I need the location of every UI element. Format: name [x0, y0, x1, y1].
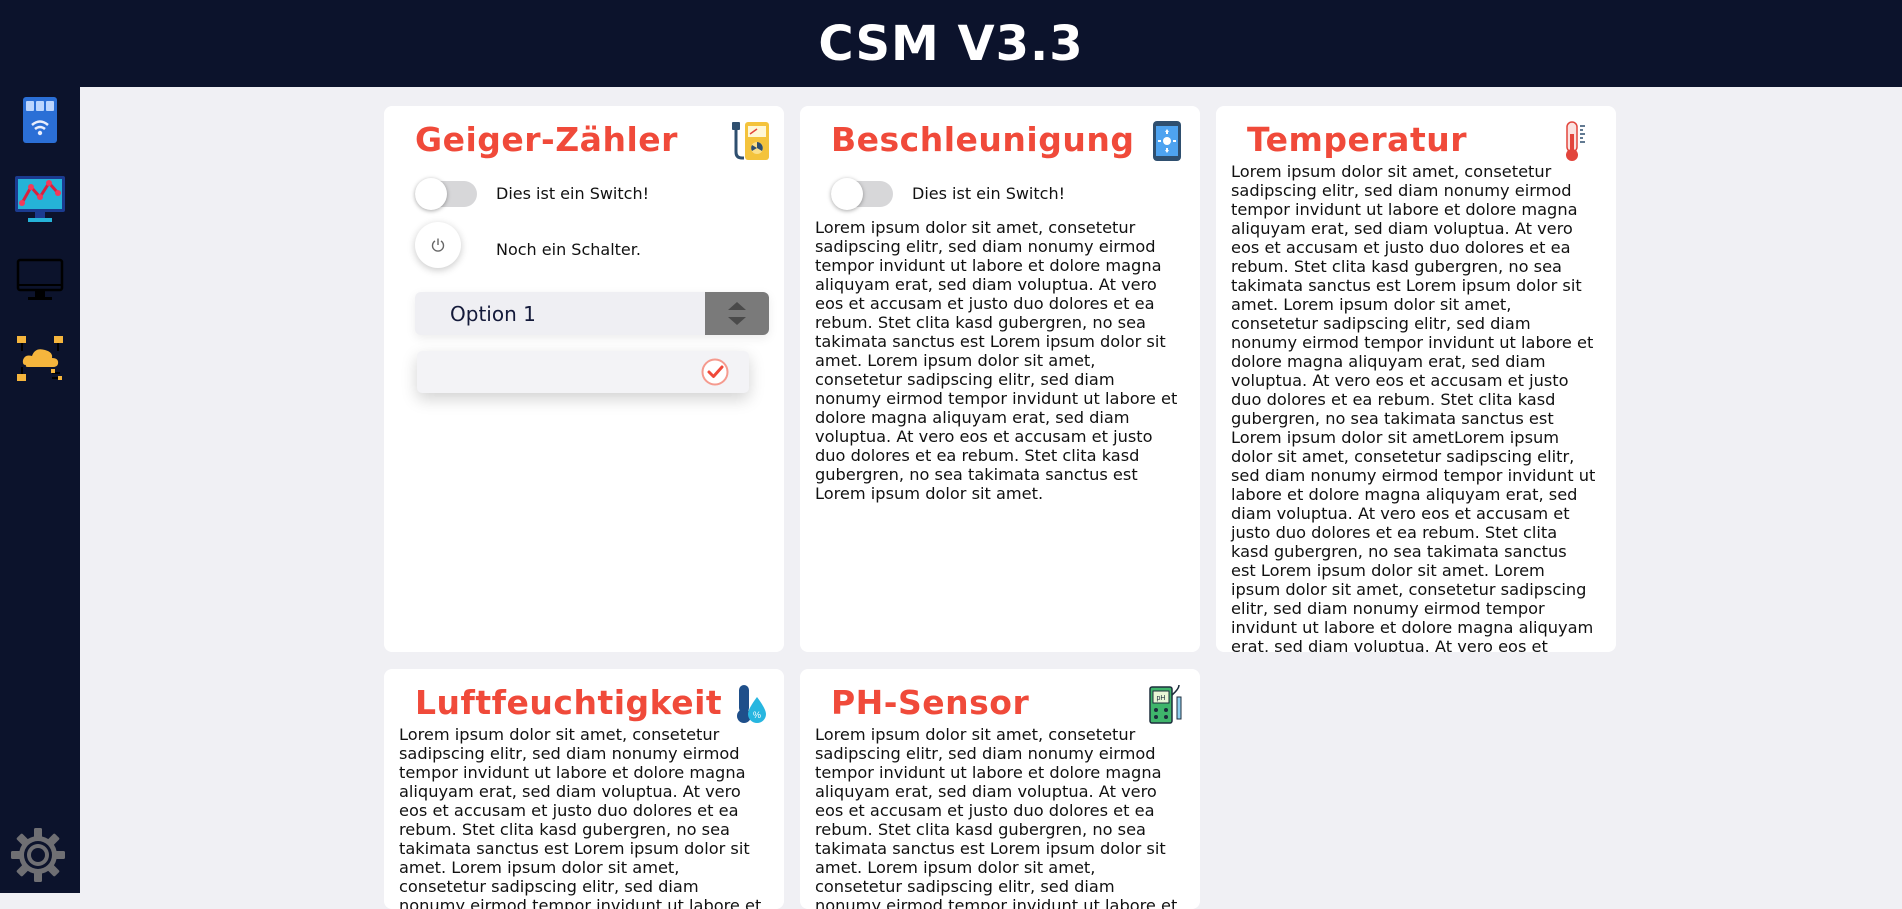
svg-text:pH: pH [1157, 695, 1166, 702]
card-title: Temperatur [1247, 120, 1467, 159]
sidebar-item-cloud-network[interactable] [14, 333, 66, 385]
smartphone-icon [1146, 120, 1186, 162]
card-body-text: Lorem ipsum dolor sit amet, consetetur s… [815, 725, 1178, 909]
card-title: Beschleunigung [831, 120, 1135, 159]
geiger-counter-icon [730, 120, 770, 162]
card-geiger-counter: Geiger-Zähler Dies ist ein Switch! Noch [384, 106, 784, 652]
card-body-text: Lorem ipsum dolor sit amet, consetetur s… [815, 218, 1178, 503]
ph-meter-icon: pH [1146, 683, 1186, 725]
humidity-icon: % [730, 683, 770, 725]
card-body-text: Lorem ipsum dolor sit amet, consetetur s… [399, 725, 762, 909]
geiger-switch[interactable] [415, 178, 477, 210]
card-title: Geiger-Zähler [415, 120, 678, 159]
switch-knob [831, 178, 863, 210]
header-bar: CSM V3.3 [0, 0, 1902, 87]
sidebar-item-device-dashboard[interactable] [14, 94, 66, 146]
app-title: CSM V3.3 [818, 15, 1084, 72]
checkbox-field[interactable] [417, 351, 749, 393]
geiger-switch-label: Dies ist ein Switch! [496, 184, 649, 203]
checkmark-icon [701, 358, 729, 386]
option-select[interactable]: Option 1 [415, 292, 769, 335]
select-value: Option 1 [450, 302, 536, 326]
accel-switch[interactable] [831, 178, 893, 210]
card-acceleration: Beschleunigung Dies ist ein Switch! Lore… [800, 106, 1200, 652]
card-humidity: Luftfeuchtigkeit % Lorem ipsum dolor sit… [384, 669, 784, 909]
device-dashboard-icon [23, 97, 57, 143]
card-ph-sensor: PH-Sensor pH Lorem ipsum dolor sit amet,… [800, 669, 1200, 909]
power-button-label: Noch ein Schalter. [496, 240, 641, 259]
switch-knob [415, 178, 447, 210]
main-content: Geiger-Zähler Dies ist ein Switch! Noch [80, 87, 1902, 909]
sidebar-item-monitor[interactable] [14, 254, 66, 306]
card-title: PH-Sensor [831, 683, 1030, 722]
monitor-icon [16, 258, 64, 300]
power-button[interactable] [415, 222, 461, 268]
select-arrows[interactable] [705, 292, 769, 335]
chart-monitor-icon [15, 176, 65, 222]
sidebar [0, 87, 80, 893]
card-title: Luftfeuchtigkeit [415, 683, 723, 722]
svg-text:%: % [753, 710, 761, 720]
gear-icon [11, 828, 65, 882]
power-icon [431, 238, 445, 252]
sidebar-item-chart-monitor[interactable] [13, 172, 67, 224]
updown-arrows-icon [728, 302, 746, 325]
card-body-text: Lorem ipsum dolor sit amet, consetetur s… [1231, 162, 1596, 652]
settings-button[interactable] [9, 826, 67, 884]
card-temperature: Temperatur Lorem ipsum dolor sit amet, c… [1216, 106, 1616, 652]
accel-switch-label: Dies ist ein Switch! [912, 184, 1065, 203]
thermometer-icon [1556, 120, 1596, 162]
cloud-network-icon [17, 336, 63, 381]
